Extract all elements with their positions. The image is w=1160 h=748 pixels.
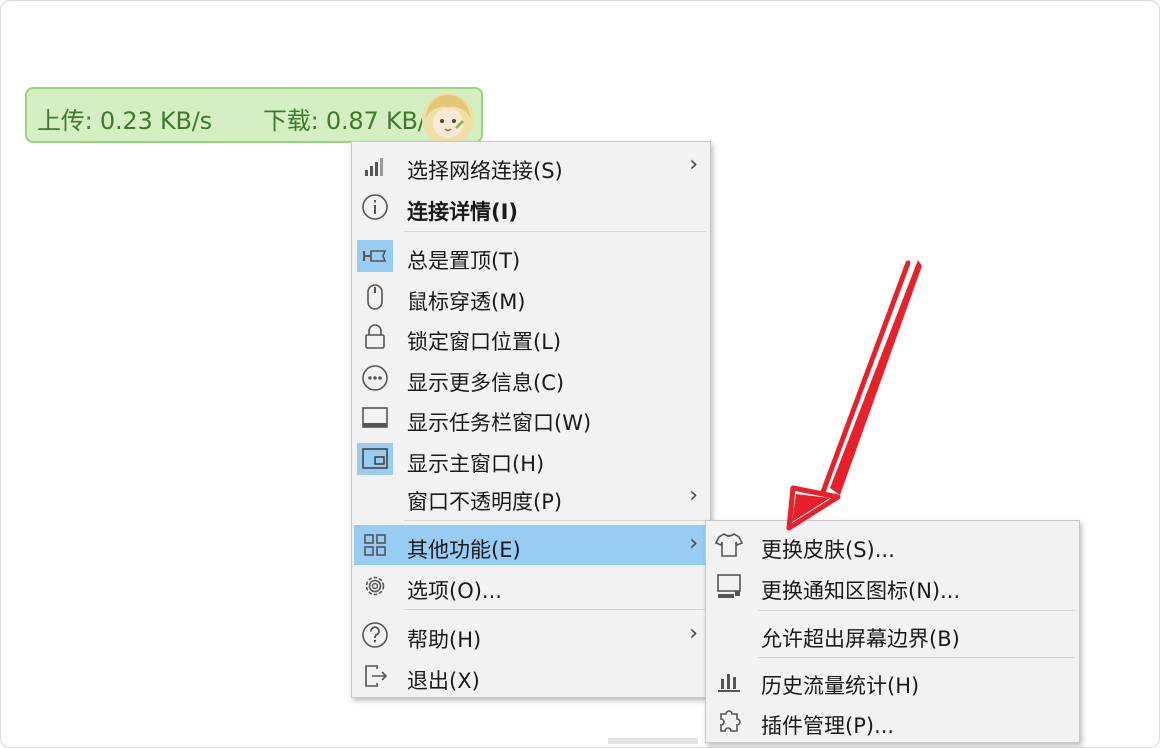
- exit-icon: [365, 665, 388, 687]
- menu-item-label: 允许超出屏幕边界(B): [761, 627, 960, 651]
- submenu-arrow-icon: ›: [689, 531, 698, 556]
- menu-item-plugin-manager[interactable]: 插件管理(P)...: [708, 701, 1077, 741]
- menu-item-lock-position[interactable]: 锁定窗口位置(L): [354, 317, 708, 357]
- tray-icon: [717, 574, 741, 598]
- info-icon: [362, 194, 388, 220]
- menu-item-label: 显示主窗口(H): [407, 452, 545, 476]
- traffic-monitor-widget[interactable]: 上传: 0.23 KB/s 下载: 0.87 KB/s: [25, 87, 483, 143]
- more-icon: [362, 365, 388, 391]
- plugin-icon: [720, 710, 741, 732]
- menu-separator: [404, 231, 706, 232]
- menu-item-label: 退出(X): [407, 669, 480, 693]
- menu-item-exit[interactable]: 退出(X): [354, 656, 708, 696]
- menu-item-label: 历史流量统计(H): [761, 674, 920, 698]
- menu-item-label: 选择网络连接(S): [407, 159, 563, 183]
- signal-bars-icon: [365, 158, 383, 176]
- bar-chart-icon: [718, 674, 740, 692]
- download-speed: 下载: 0.87 KB/s: [263, 107, 438, 135]
- menu-item-always-on-top[interactable]: 总是置顶(T): [354, 236, 708, 276]
- mascot-skin-image: [422, 93, 474, 141]
- menu-separator: [758, 657, 1075, 658]
- menu-item-label: 其他功能(E): [407, 538, 521, 562]
- menu-item-select-network[interactable]: 选择网络连接(S) ›: [354, 146, 708, 186]
- pin-icon: [357, 240, 393, 272]
- gear-icon: [365, 576, 385, 596]
- menu-item-label: 插件管理(P)...: [761, 714, 895, 738]
- upload-speed: 上传: 0.23 KB/s: [37, 107, 212, 135]
- menu-item-change-tray-icon[interactable]: 更换通知区图标(N)...: [708, 566, 1077, 606]
- menu-item-change-skin[interactable]: 更换皮肤(S)...: [708, 525, 1077, 565]
- mouse-icon: [367, 284, 383, 310]
- submenu-arrow-icon: ›: [689, 483, 698, 508]
- menu-item-show-main-window[interactable]: 显示主窗口(H): [354, 439, 708, 479]
- menu-separator: [404, 520, 706, 521]
- menu-separator: [758, 610, 1075, 611]
- menu-item-label: 连接详情(I): [407, 200, 519, 224]
- menu-item-label: 更换通知区图标(N)...: [761, 579, 961, 603]
- menu-item-mouse-passthrough[interactable]: 鼠标穿透(M): [354, 277, 708, 317]
- menu-item-label: 总是置顶(T): [407, 249, 521, 273]
- menu-item-show-taskbar-window[interactable]: 显示任务栏窗口(W): [354, 398, 708, 438]
- menu-item-history-traffic[interactable]: 历史流量统计(H): [708, 661, 1077, 701]
- menu-item-label: 选项(O)...: [407, 579, 502, 603]
- context-menu: 选择网络连接(S) › 连接详情(I) 总是置顶(T) 鼠标穿透(M) 锁定窗口…: [351, 141, 711, 698]
- menu-item-other-functions[interactable]: 其他功能(E) ›: [354, 525, 708, 565]
- menu-item-allow-beyond-screen[interactable]: 允许超出屏幕边界(B): [708, 614, 1077, 654]
- main-window-icon: [357, 443, 393, 475]
- menu-item-show-more-info[interactable]: 显示更多信息(C): [354, 358, 708, 398]
- menu-item-label: 更换皮肤(S)...: [761, 538, 895, 562]
- menu-item-label: 锁定窗口位置(L): [407, 330, 562, 354]
- menu-item-connection-details[interactable]: 连接详情(I): [354, 187, 708, 227]
- grid-icon: [364, 534, 386, 556]
- menu-item-label: 鼠标穿透(M): [407, 290, 526, 314]
- taskbar-window-icon: [362, 407, 388, 428]
- shirt-icon: [714, 533, 744, 557]
- background-window-edge: [608, 738, 698, 744]
- menu-item-label: 窗口不透明度(P): [407, 490, 563, 514]
- submenu-arrow-icon: ›: [689, 621, 698, 646]
- other-functions-submenu: 更换皮肤(S)... 更换通知区图标(N)... 允许超出屏幕边界(B) 历史流…: [705, 520, 1080, 743]
- menu-item-label: 显示更多信息(C): [407, 371, 565, 395]
- menu-item-help[interactable]: 帮助(H) ›: [354, 615, 708, 655]
- menu-item-window-opacity[interactable]: 窗口不透明度(P) ›: [354, 477, 708, 517]
- menu-separator: [404, 609, 706, 610]
- menu-item-options[interactable]: 选项(O)...: [354, 566, 708, 606]
- lock-icon: [365, 324, 385, 349]
- submenu-arrow-icon: ›: [689, 152, 698, 177]
- menu-item-label: 帮助(H): [407, 628, 482, 652]
- menu-item-label: 显示任务栏窗口(W): [407, 411, 592, 435]
- help-icon: [362, 622, 388, 648]
